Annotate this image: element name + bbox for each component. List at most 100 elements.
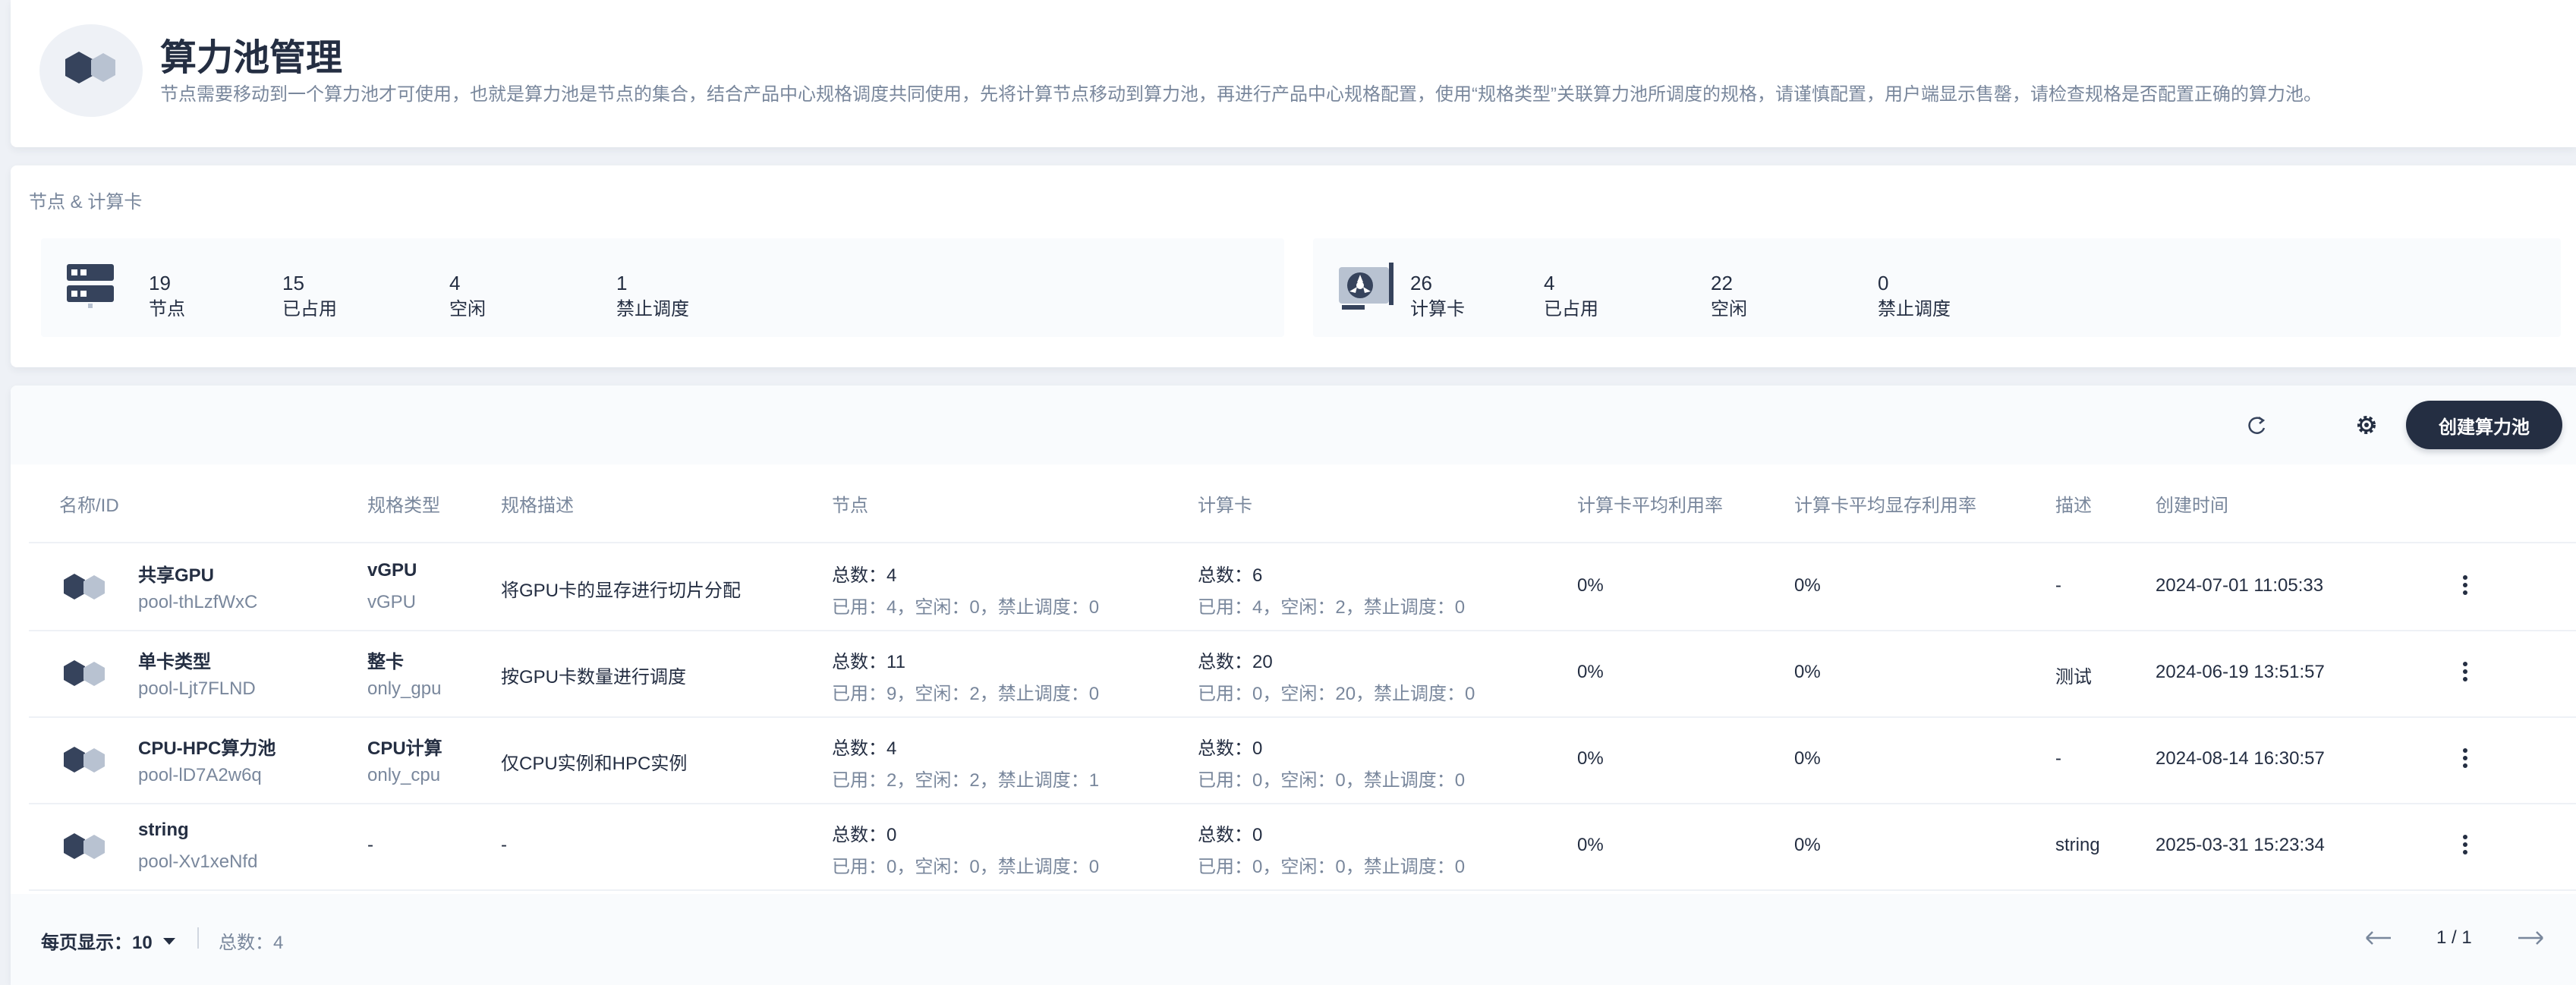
- card-util: 0%: [1577, 575, 1604, 596]
- nodes-detail: 已用：4，空闲：0，禁止调度：0: [832, 597, 1100, 618]
- pool-id: pool-thLzfWxC: [138, 592, 258, 612]
- stat-nodes-idle: 4 空闲: [449, 272, 486, 319]
- more-actions-button[interactable]: [2458, 745, 2473, 776]
- arrow-left-icon: [2366, 931, 2391, 945]
- card-util: 0%: [1577, 835, 1604, 855]
- pool-icon: [64, 660, 105, 686]
- nodes-total: 总数：4: [832, 565, 897, 586]
- cards-detail: 已用：0，空闲：0，禁止调度：0: [1198, 857, 1466, 877]
- table-row[interactable]: CPU-HPC算力池 pool-lD7A2w6q CPU计算 only_cpu …: [29, 718, 2576, 804]
- stat-cards-used: 4 已占用: [1544, 272, 1598, 319]
- stat-nodes-used: 15 已占用: [282, 272, 337, 319]
- page-size-select[interactable]: 每页显示：10: [41, 927, 178, 954]
- pool-id: pool-Xv1xeNfd: [138, 851, 258, 872]
- create-pool-button[interactable]: 创建算力池: [2406, 401, 2562, 449]
- pool-name[interactable]: 单卡类型: [138, 647, 211, 673]
- created-time: 2024-06-19 13:51:57: [2156, 662, 2325, 682]
- page-indicator: 1 / 1: [2436, 927, 2472, 948]
- col-name[interactable]: 名称/ID: [59, 490, 119, 517]
- nodes-total: 总数：11: [832, 652, 905, 672]
- cards-detail: 已用：0，空闲：0，禁止调度：0: [1198, 770, 1466, 791]
- page-size-label: 每页显示：10: [41, 933, 153, 953]
- cards-total: 总数：20: [1198, 652, 1273, 672]
- col-nodes[interactable]: 节点: [832, 490, 868, 517]
- col-desc[interactable]: 描述: [2055, 490, 2092, 517]
- col-mem-util[interactable]: 计算卡平均显存利用率: [1794, 490, 1976, 517]
- col-cards[interactable]: 计算卡: [1198, 490, 1252, 517]
- col-card-util[interactable]: 计算卡平均利用率: [1577, 490, 1723, 517]
- page-title: 算力池管理: [160, 38, 343, 78]
- stat-cards-idle: 22 空闲: [1711, 272, 1747, 319]
- stat-nodes-disabled: 1 禁止调度: [616, 272, 689, 319]
- settings-button[interactable]: [2351, 410, 2382, 440]
- total-count: 总数：4: [219, 933, 284, 953]
- cards-total: 总数：6: [1198, 565, 1263, 586]
- more-actions-button[interactable]: [2458, 659, 2473, 689]
- arrow-right-icon: [2518, 931, 2543, 945]
- spec-type: 整卡: [367, 652, 404, 672]
- spec-desc: 仅CPU实例和HPC实例: [501, 754, 688, 774]
- next-page-button[interactable]: [2515, 926, 2546, 954]
- node-stats: 19 节点 15 已占用 4 空闲 1 禁止调度: [41, 238, 1284, 337]
- more-actions-button[interactable]: [2458, 832, 2473, 862]
- pool-desc: -: [2055, 748, 2061, 769]
- cards-detail: 已用：4，空闲：2，禁止调度：0: [1198, 597, 1466, 618]
- created-time: 2024-07-01 11:05:33: [2156, 575, 2324, 596]
- table-row[interactable]: string pool-Xv1xeNfd - - 总数：0 已用：0，空闲：0，…: [29, 804, 2576, 891]
- page-header: 算力池管理 节点需要移动到一个算力池才可使用，也就是算力池是节点的集合，结合产品…: [11, 0, 2576, 147]
- divider: [197, 927, 199, 949]
- stats-title: 节点 & 计算卡: [29, 192, 143, 212]
- table-header: 名称/ID 规格类型 规格描述 节点 计算卡 计算卡平均利用率 计算卡平均显存利…: [29, 464, 2576, 543]
- spec-code: vGPU: [367, 592, 417, 612]
- nodes-detail: 已用：2，空闲：2，禁止调度：1: [832, 770, 1100, 791]
- pool-table-card: 创建算力池 名称/ID 规格类型 规格描述 节点 计算卡 计算卡平均利用率 计算…: [11, 386, 2576, 985]
- spec-code: only_gpu: [367, 678, 442, 699]
- pool-icon: [64, 574, 105, 599]
- created-time: 2025-03-31 15:23:34: [2156, 835, 2325, 855]
- refresh-button[interactable]: [2242, 410, 2272, 440]
- gear-icon: [2357, 416, 2376, 434]
- pool-desc: 测试: [2055, 667, 2092, 688]
- pool-desc: -: [2055, 575, 2061, 596]
- stats-panel: 节点 & 计算卡 19 节点 15 已占用 4 空闲 1 禁止调度 26 计算卡…: [11, 165, 2576, 367]
- cards-total: 总数：0: [1198, 738, 1263, 759]
- more-actions-button[interactable]: [2458, 572, 2473, 603]
- col-created[interactable]: 创建时间: [2156, 490, 2228, 517]
- nodes-detail: 已用：9，空闲：2，禁止调度：0: [832, 684, 1100, 704]
- card-util: 0%: [1577, 662, 1604, 682]
- col-spec-desc[interactable]: 规格描述: [501, 490, 574, 517]
- pagination-bar: 每页显示：10 总数：4 1 / 1: [11, 894, 2576, 985]
- nodes-total: 总数：4: [832, 738, 897, 759]
- stat-cards: 26 计算卡: [1410, 272, 1465, 319]
- prev-page-button[interactable]: [2363, 926, 2394, 954]
- pool-name[interactable]: CPU-HPC算力池: [138, 733, 276, 760]
- server-icon: [67, 264, 114, 308]
- cards-total: 总数：0: [1198, 825, 1263, 845]
- col-spec-type[interactable]: 规格类型: [367, 490, 440, 517]
- table-row[interactable]: 单卡类型 pool-Ljt7FLND 整卡 only_gpu 按GPU卡数量进行…: [29, 631, 2576, 718]
- spec-desc: 按GPU卡数量进行调度: [501, 667, 687, 688]
- pool-id: pool-Ljt7FLND: [138, 678, 256, 699]
- stat-nodes: 19 节点: [149, 272, 185, 319]
- table-toolbar: 创建算力池: [11, 386, 2576, 464]
- pool-desc: string: [2055, 835, 2100, 855]
- pool-name[interactable]: 共享GPU: [138, 560, 214, 587]
- spec-code: only_cpu: [367, 765, 441, 785]
- refresh-icon: [2248, 416, 2266, 434]
- mem-util: 0%: [1794, 662, 1821, 682]
- table-row[interactable]: 共享GPU pool-thLzfWxC vGPU vGPU 将GPU卡的显存进行…: [29, 545, 2576, 631]
- stat-cards-disabled: 0 禁止调度: [1878, 272, 1951, 319]
- cards-detail: 已用：0，空闲：20，禁止调度：0: [1198, 684, 1475, 704]
- caret-down-icon: [162, 937, 175, 945]
- card-stats: 26 计算卡 4 已占用 22 空闲 0 禁止调度: [1313, 238, 2561, 337]
- pool-logo-icon: [39, 24, 143, 117]
- spec-desc: 将GPU卡的显存进行切片分配: [501, 581, 742, 601]
- spec-type: vGPU: [367, 560, 417, 581]
- pool-name[interactable]: string: [138, 820, 189, 841]
- spec-type: -: [367, 835, 373, 855]
- spec-desc: -: [501, 835, 507, 855]
- card-util: 0%: [1577, 748, 1604, 769]
- gpu-card-icon: [1339, 263, 1393, 310]
- mem-util: 0%: [1794, 575, 1821, 596]
- nodes-detail: 已用：0，空闲：0，禁止调度：0: [832, 857, 1100, 877]
